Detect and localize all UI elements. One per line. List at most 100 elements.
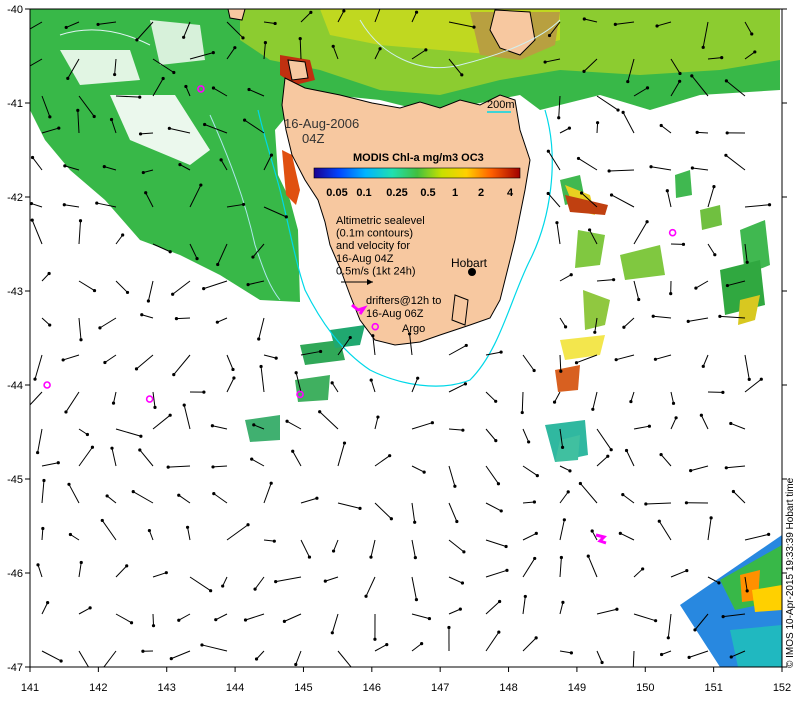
velocity-vector-head: [533, 369, 536, 372]
velocity-vector-head: [674, 416, 677, 419]
velocity-vector-head: [66, 77, 69, 80]
velocity-vector-head: [568, 127, 571, 130]
velocity-vector-head: [637, 298, 640, 301]
velocity-vector-head: [132, 490, 135, 493]
velocity-vector-head: [233, 46, 236, 49]
velocity-vector-head: [587, 555, 590, 558]
velocity-vector-head: [332, 45, 335, 48]
velocity-vector-head: [67, 483, 70, 486]
colorbar-tick-label: 0.05: [326, 187, 347, 199]
velocity-vector-head: [559, 370, 562, 373]
velocity-vector-head: [416, 377, 419, 380]
colorbar-tick-label: 0.1: [356, 187, 371, 199]
velocity-vector-head: [165, 571, 168, 574]
velocity-vector-head: [689, 469, 692, 472]
velocity-vector-head: [252, 423, 255, 426]
velocity-vector-head: [246, 283, 249, 286]
velocity-vector-head: [148, 529, 151, 532]
velocity-vector-head: [610, 193, 613, 196]
velocity-vector-head: [212, 86, 215, 89]
velocity-vector-head: [655, 24, 658, 27]
velocity-vector-head: [504, 545, 507, 548]
velocity-vector-head: [582, 70, 585, 73]
velocity-vector-head: [214, 618, 217, 621]
drifters-note-line: 16-Aug 06Z: [366, 308, 424, 320]
velocity-vector-head: [285, 215, 288, 218]
velocity-vector-head: [547, 150, 550, 153]
velocity-vector-head: [415, 11, 418, 14]
velocity-vector-head: [319, 350, 322, 353]
velocity-vector-head: [178, 163, 181, 166]
scale-label: 200m: [487, 99, 515, 111]
velocity-vector-head: [678, 80, 681, 83]
velocity-vector-head: [332, 549, 335, 552]
x-tick-label: 144: [226, 682, 244, 694]
velocity-vector-head: [349, 336, 352, 339]
velocity-vector-head: [423, 471, 426, 474]
velocity-vector-head: [424, 48, 427, 51]
y-tick-label: -42: [7, 192, 23, 204]
velocity-vector-head: [563, 518, 566, 521]
velocity-vector-head: [169, 414, 172, 417]
colorbar-tick-label: 1: [452, 187, 458, 199]
velocity-vector-head: [318, 410, 321, 413]
bruny-island: [452, 295, 468, 325]
y-tick-label: -47: [7, 662, 23, 674]
velocity-vector-head: [241, 36, 244, 39]
velocity-vector-head: [93, 115, 96, 118]
velocity-vector-head: [524, 595, 527, 598]
velocity-vector-head: [101, 519, 104, 522]
hobart-label: Hobart: [451, 256, 488, 270]
sealevel-note-line: and velocity for: [336, 240, 410, 252]
velocity-vector-head: [660, 653, 663, 656]
velocity-vector-head: [712, 185, 715, 188]
velocity-vector-head: [547, 192, 550, 195]
velocity-vector-head: [645, 220, 648, 223]
velocity-vector-head: [553, 401, 556, 404]
velocity-vector-head: [768, 203, 771, 206]
velocity-vector-head: [57, 461, 60, 464]
velocity-vector-head: [729, 422, 732, 425]
x-tick-label: 151: [704, 682, 722, 694]
velocity-vector-head: [138, 96, 141, 99]
velocity-vector-head: [202, 391, 205, 394]
velocity-vector-head: [177, 494, 180, 497]
mainland-coast: [228, 9, 245, 20]
velocity-vector-head: [42, 479, 45, 482]
velocity-vector-head: [591, 408, 594, 411]
velocity-vector-head: [724, 154, 727, 157]
sealevel-note-line: (0.1m contours): [336, 228, 413, 240]
velocity-vector-head: [702, 46, 705, 49]
velocity-vector-head: [343, 441, 346, 444]
velocity-vector-head: [135, 367, 138, 370]
velocity-vector-head: [93, 289, 96, 292]
velocity-vector-head: [31, 156, 34, 159]
velocity-vector-head: [654, 619, 657, 622]
velocity-vector-head: [59, 659, 62, 662]
velocity-vector-head: [560, 556, 563, 559]
velocity-vector-head: [48, 115, 51, 118]
velocity-vector-head: [596, 121, 599, 124]
velocity-vector-head: [767, 533, 770, 536]
velocity-vector-head: [717, 581, 720, 584]
velocity-vector-head: [182, 36, 185, 39]
velocity-vector-head: [253, 587, 256, 590]
velocity-vector-head: [294, 663, 297, 666]
velocity-vector-head: [420, 642, 423, 645]
velocity-vector-head: [110, 447, 113, 450]
velocity-vector-head: [746, 589, 749, 592]
velocity-vector-head: [86, 433, 89, 436]
velocity-vector-head: [195, 257, 198, 260]
velocity-vector-head: [713, 253, 716, 256]
velocity-vector-head: [615, 358, 618, 361]
velocity-vector-head: [212, 51, 215, 54]
velocity-vector-head: [606, 455, 609, 458]
velocity-vector-head: [31, 218, 34, 221]
x-tick-label: 147: [431, 682, 449, 694]
velocity-vector-head: [625, 449, 628, 452]
velocity-vector-head: [250, 458, 253, 461]
velocity-vector-head: [175, 317, 178, 320]
velocity-vector-head: [152, 624, 155, 627]
velocity-vector-head: [472, 26, 475, 29]
velocity-vector-head: [564, 325, 567, 328]
